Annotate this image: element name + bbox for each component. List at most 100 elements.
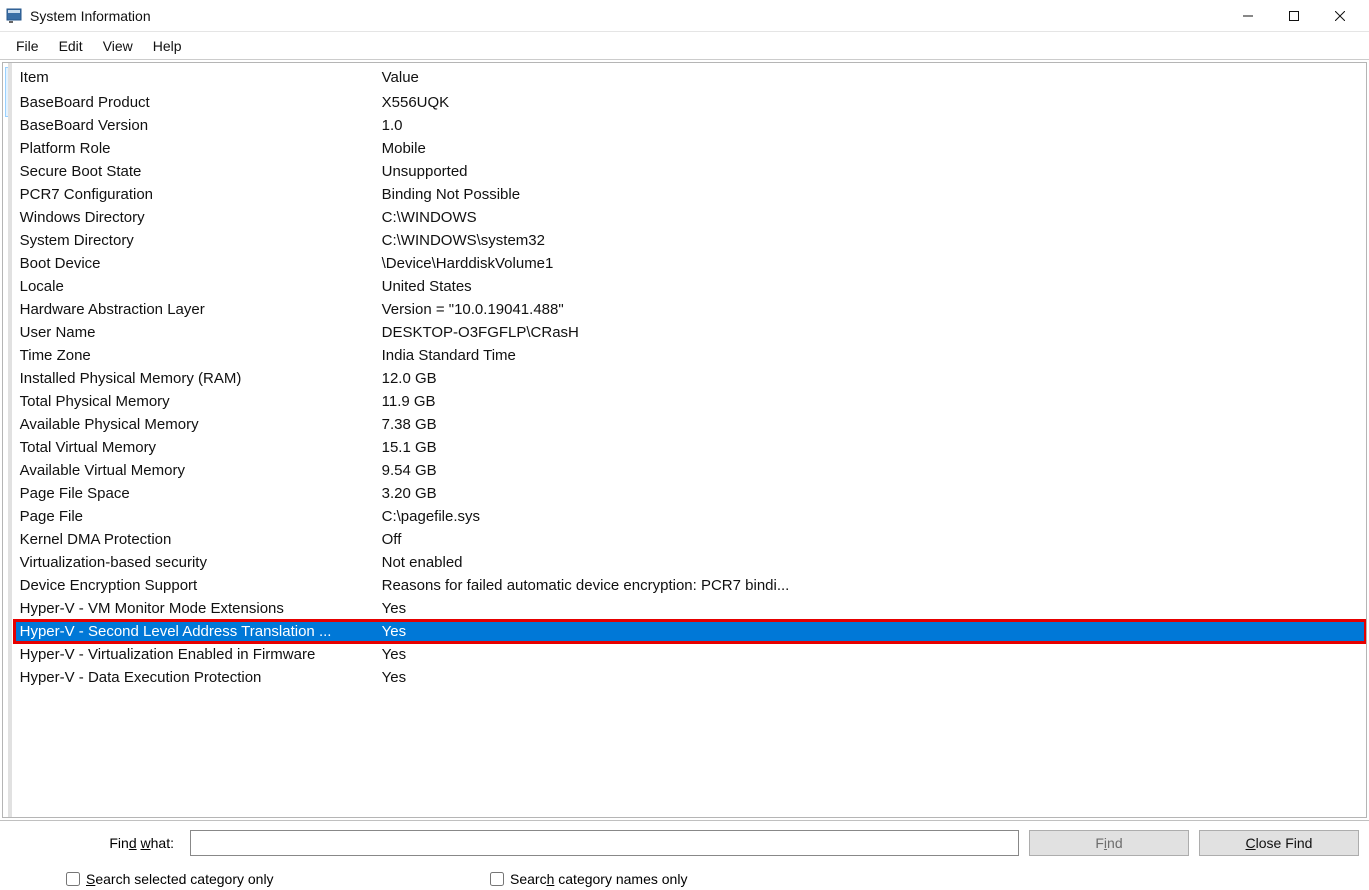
table-row[interactable]: Virtualization-based securityNot enabled [14, 551, 1366, 574]
tree-item[interactable]: + Hardware Resources [5, 117, 12, 165]
cell-item: Platform Role [14, 137, 376, 160]
cell-item: Total Virtual Memory [14, 436, 376, 459]
cell-item: Hyper-V - Virtualization Enabled in Firm… [14, 643, 376, 666]
table-row[interactable]: PCR7 ConfigurationBinding Not Possible [14, 183, 1366, 206]
main-area: System Summary + Hardware Resources + Co… [2, 62, 1367, 818]
cell-item: Kernel DMA Protection [14, 528, 376, 551]
table-row[interactable]: Available Virtual Memory9.54 GB [14, 459, 1366, 482]
window-title: System Information [30, 8, 151, 24]
col-value[interactable]: Value [376, 65, 1366, 91]
details-table: Item Value BaseBoard ProductX556UQKBaseB… [14, 65, 1366, 689]
cell-value: 12.0 GB [376, 367, 1366, 390]
cell-value: Yes [376, 620, 1366, 643]
table-row[interactable]: Page File Space3.20 GB [14, 482, 1366, 505]
cell-item: Installed Physical Memory (RAM) [14, 367, 376, 390]
close-find-button[interactable]: Close Find [1199, 830, 1359, 856]
checkbox-label: Search category names only [510, 871, 687, 887]
menu-file[interactable]: File [8, 36, 47, 56]
menu-help[interactable]: Help [145, 36, 190, 56]
cell-value: DESKTOP-O3FGFLP\CRasH [376, 321, 1366, 344]
details-panel[interactable]: Item Value BaseBoard ProductX556UQKBaseB… [12, 63, 1366, 817]
maximize-button[interactable] [1271, 0, 1317, 32]
table-row[interactable]: Total Physical Memory11.9 GB [14, 390, 1366, 413]
cell-item: System Directory [14, 229, 376, 252]
table-row[interactable]: User NameDESKTOP-O3FGFLP\CRasH [14, 321, 1366, 344]
cell-value: C:\pagefile.sys [376, 505, 1366, 528]
titlebar: System Information [0, 0, 1369, 32]
table-row[interactable]: Hyper-V - VM Monitor Mode ExtensionsYes [14, 597, 1366, 620]
cell-item: Time Zone [14, 344, 376, 367]
close-button[interactable] [1317, 0, 1363, 32]
table-row[interactable]: Device Encryption SupportReasons for fai… [14, 574, 1366, 597]
find-label: Find what: [10, 835, 180, 851]
col-item[interactable]: Item [14, 65, 376, 91]
cell-value: 11.9 GB [376, 390, 1366, 413]
table-row[interactable]: Page FileC:\pagefile.sys [14, 505, 1366, 528]
cell-value: 7.38 GB [376, 413, 1366, 436]
tree-root-node[interactable]: System Summary [5, 67, 12, 117]
menubar: File Edit View Help [0, 32, 1369, 60]
cell-value: Mobile [376, 137, 1366, 160]
table-header-row[interactable]: Item Value [14, 65, 1366, 91]
table-row[interactable]: Hyper-V - Virtualization Enabled in Firm… [14, 643, 1366, 666]
cell-value: 15.1 GB [376, 436, 1366, 459]
table-row[interactable]: Hyper-V - Second Level Address Translati… [14, 620, 1366, 643]
cell-item: Hyper-V - Data Execution Protection [14, 666, 376, 689]
cell-item: Page File Space [14, 482, 376, 505]
table-row[interactable]: Total Virtual Memory15.1 GB [14, 436, 1366, 459]
cell-item: PCR7 Configuration [14, 183, 376, 206]
cell-item: BaseBoard Product [14, 91, 376, 115]
cell-value: X556UQK [376, 91, 1366, 115]
cell-item: Total Physical Memory [14, 390, 376, 413]
table-row[interactable]: Time ZoneIndia Standard Time [14, 344, 1366, 367]
table-row[interactable]: Installed Physical Memory (RAM)12.0 GB [14, 367, 1366, 390]
table-row[interactable]: BaseBoard Version1.0 [14, 114, 1366, 137]
search-names-checkbox[interactable]: Search category names only [190, 871, 1359, 887]
table-row[interactable]: Kernel DMA ProtectionOff [14, 528, 1366, 551]
cell-item: Hardware Abstraction Layer [14, 298, 376, 321]
minimize-button[interactable] [1225, 0, 1271, 32]
table-row[interactable]: LocaleUnited States [14, 275, 1366, 298]
cell-item: BaseBoard Version [14, 114, 376, 137]
app-icon [6, 7, 24, 25]
find-input[interactable] [190, 830, 1019, 856]
table-row[interactable]: Boot Device\Device\HarddiskVolume1 [14, 252, 1366, 275]
table-row[interactable]: Windows DirectoryC:\WINDOWS [14, 206, 1366, 229]
cell-value: Binding Not Possible [376, 183, 1366, 206]
cell-value: Yes [376, 597, 1366, 620]
cell-item: Locale [14, 275, 376, 298]
cell-value: India Standard Time [376, 344, 1366, 367]
cell-value: United States [376, 275, 1366, 298]
cell-value: Unsupported [376, 160, 1366, 183]
table-row[interactable]: System DirectoryC:\WINDOWS\system32 [14, 229, 1366, 252]
cell-value: 9.54 GB [376, 459, 1366, 482]
cell-item: Windows Directory [14, 206, 376, 229]
menu-edit[interactable]: Edit [51, 36, 91, 56]
tree-item[interactable]: + Components [5, 165, 12, 191]
cell-item: Page File [14, 505, 376, 528]
cell-value: \Device\HarddiskVolume1 [376, 252, 1366, 275]
cell-value: 3.20 GB [376, 482, 1366, 505]
cell-item: Available Virtual Memory [14, 459, 376, 482]
find-button[interactable]: Find [1029, 830, 1189, 856]
menu-view[interactable]: View [95, 36, 141, 56]
cell-item: Hyper-V - VM Monitor Mode Extensions [14, 597, 376, 620]
cell-item: User Name [14, 321, 376, 344]
table-row[interactable]: Secure Boot StateUnsupported [14, 160, 1366, 183]
table-row[interactable]: Hardware Abstraction LayerVersion = "10.… [14, 298, 1366, 321]
cell-value: 1.0 [376, 114, 1366, 137]
cell-item: Boot Device [14, 252, 376, 275]
cell-value: Yes [376, 643, 1366, 666]
table-row[interactable]: Available Physical Memory7.38 GB [14, 413, 1366, 436]
cell-value: Version = "10.0.19041.488" [376, 298, 1366, 321]
table-row[interactable]: Hyper-V - Data Execution ProtectionYes [14, 666, 1366, 689]
checkbox-icon[interactable] [66, 872, 80, 886]
cell-value: Not enabled [376, 551, 1366, 574]
cell-value: Yes [376, 666, 1366, 689]
table-row[interactable]: Platform RoleMobile [14, 137, 1366, 160]
cell-item: Virtualization-based security [14, 551, 376, 574]
table-row[interactable]: BaseBoard ProductX556UQK [14, 91, 1366, 115]
checkbox-icon[interactable] [490, 872, 504, 886]
tree-item[interactable]: + Software Environment [5, 191, 12, 239]
tree-panel[interactable]: System Summary + Hardware Resources + Co… [3, 63, 12, 817]
